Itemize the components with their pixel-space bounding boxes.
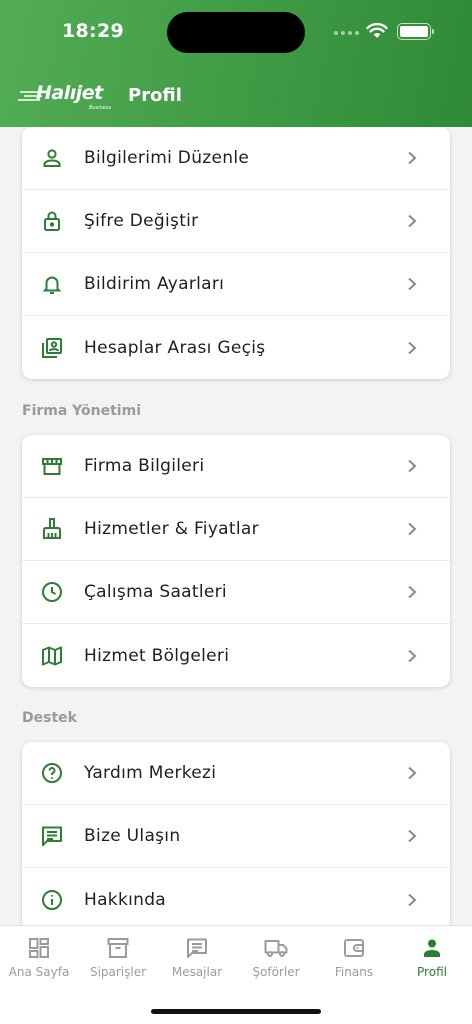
tab-label: Ana Sayfa bbox=[8, 965, 70, 979]
cleaning-brush-icon bbox=[43, 518, 61, 539]
dashboard-icon bbox=[29, 938, 49, 958]
company-info-item[interactable]: Firma Bilgileri bbox=[22, 435, 450, 498]
item-label: Hesaplar Arası Geçiş bbox=[84, 337, 266, 358]
item-label: Şifre Değiştir bbox=[84, 211, 199, 231]
company-card: Firma Bilgileri Hizmetler & Fiyatlar Çal… bbox=[22, 435, 450, 687]
wallet-icon bbox=[344, 939, 364, 957]
services-prices-item[interactable]: Hizmetler & Fiyatlar bbox=[22, 498, 450, 561]
chevron-right-icon bbox=[408, 585, 417, 599]
logo-wordmark: Halıjet bbox=[36, 82, 103, 104]
tab-home[interactable]: Ana Sayfa bbox=[0, 936, 78, 979]
item-label: Hizmetler & Fiyatlar bbox=[84, 519, 259, 539]
chevron-right-icon bbox=[408, 829, 417, 843]
cellular-signal-icon bbox=[334, 31, 359, 35]
logo-subtext: Business bbox=[89, 105, 112, 111]
archive-box-icon bbox=[107, 938, 129, 958]
tab-messages[interactable]: Mesajlar bbox=[158, 936, 236, 979]
item-label: Hizmet Bölgeleri bbox=[84, 645, 230, 666]
chevron-right-icon bbox=[408, 214, 417, 228]
chevron-right-icon bbox=[408, 459, 417, 473]
contact-us-item[interactable]: Bize Ulaşın bbox=[22, 805, 450, 868]
tab-drivers[interactable]: Şoförler bbox=[237, 936, 315, 979]
section-title-support: Destek bbox=[22, 710, 77, 726]
tab-finance[interactable]: Finans bbox=[315, 936, 393, 979]
item-label: Yardım Merkezi bbox=[84, 763, 217, 783]
tab-label: Finans bbox=[334, 965, 374, 979]
chevron-right-icon bbox=[408, 893, 417, 906]
person-icon bbox=[43, 149, 61, 167]
change-password-item[interactable]: Şifre Değiştir bbox=[22, 190, 450, 253]
app-header: 18:29 Halıjet Business Profil bbox=[0, 0, 472, 127]
tab-label: Siparişler bbox=[89, 965, 147, 979]
chevron-right-icon bbox=[408, 766, 417, 780]
lock-icon bbox=[44, 211, 60, 231]
switch-account-item[interactable]: Hesaplar Arası Geçiş bbox=[22, 316, 450, 379]
info-icon bbox=[42, 889, 62, 910]
notification-settings-item[interactable]: Bildirim Ayarları bbox=[22, 253, 450, 316]
section-title-company: Firma Yönetimi bbox=[22, 403, 141, 419]
chevron-right-icon bbox=[408, 277, 417, 291]
brand-logo: Halıjet Business bbox=[18, 82, 116, 112]
person-icon bbox=[424, 939, 440, 957]
chevron-right-icon bbox=[408, 522, 417, 536]
map-icon bbox=[42, 646, 62, 665]
item-label: Çalışma Saatleri bbox=[84, 582, 227, 602]
help-circle-icon bbox=[42, 763, 62, 783]
item-label: Bize Ulaşın bbox=[84, 826, 181, 846]
support-card: Yardım Merkezi Bize Ulaşın Hakkında bbox=[22, 742, 450, 925]
store-icon bbox=[42, 458, 62, 475]
home-indicator[interactable] bbox=[151, 1009, 321, 1014]
truck-icon bbox=[264, 940, 288, 957]
tab-label: Mesajlar bbox=[171, 965, 223, 979]
tab-orders[interactable]: Siparişler bbox=[79, 936, 157, 979]
status-time: 18:29 bbox=[62, 20, 124, 42]
item-label: Hakkında bbox=[84, 889, 166, 910]
account-card: Bilgilerimi Düzenle Şifre Değiştir Bildi… bbox=[22, 127, 450, 379]
wifi-icon bbox=[366, 22, 388, 38]
item-label: Bilgilerimi Düzenle bbox=[84, 148, 250, 168]
item-label: Firma Bilgileri bbox=[84, 456, 205, 476]
dynamic-island bbox=[167, 12, 305, 53]
working-hours-item[interactable]: Çalışma Saatleri bbox=[22, 561, 450, 624]
tab-profile[interactable]: Profil bbox=[393, 936, 471, 979]
bell-icon bbox=[42, 276, 62, 294]
about-item[interactable]: Hakkında bbox=[22, 868, 450, 925]
tab-label: Şoförler bbox=[252, 965, 300, 979]
chevron-right-icon bbox=[408, 341, 417, 354]
clock-icon bbox=[42, 582, 62, 602]
help-center-item[interactable]: Yardım Merkezi bbox=[22, 742, 450, 805]
profile-content[interactable]: Bilgilerimi Düzenle Şifre Değiştir Bildi… bbox=[0, 127, 472, 925]
status-bar: 18:29 bbox=[0, 0, 472, 62]
account-switch-icon bbox=[42, 337, 62, 358]
chevron-right-icon bbox=[408, 649, 417, 662]
page-title: Profil bbox=[128, 85, 182, 106]
tab-label: Profil bbox=[417, 965, 447, 979]
edit-profile-item[interactable]: Bilgilerimi Düzenle bbox=[22, 127, 450, 190]
battery-icon bbox=[397, 23, 434, 40]
item-label: Bildirim Ayarları bbox=[84, 274, 225, 294]
message-icon bbox=[42, 826, 62, 846]
service-regions-item[interactable]: Hizmet Bölgeleri bbox=[22, 624, 450, 687]
chevron-right-icon bbox=[408, 151, 417, 165]
chat-icon bbox=[187, 938, 207, 958]
